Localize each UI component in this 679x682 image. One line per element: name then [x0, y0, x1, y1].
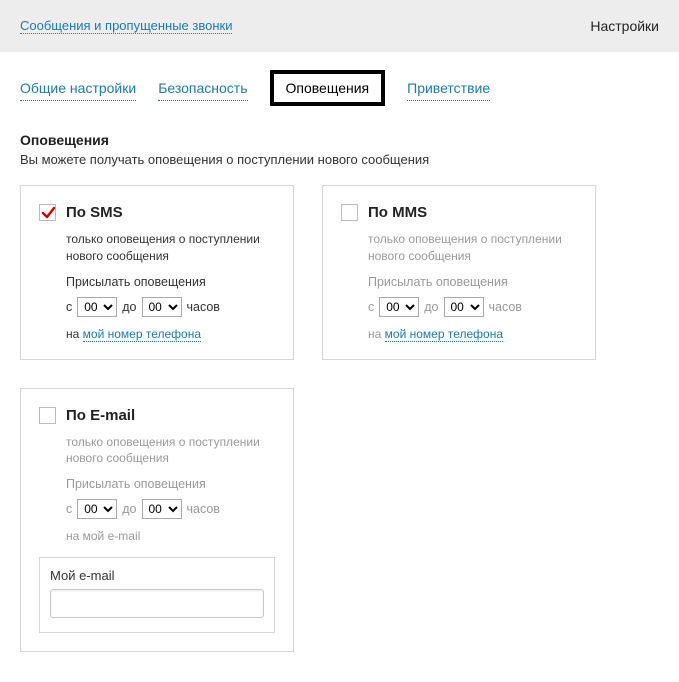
- tab-security[interactable]: Безопасность: [158, 76, 247, 101]
- sms-time-start[interactable]: 00: [77, 297, 117, 317]
- mms-time-end[interactable]: 00: [444, 297, 484, 317]
- email-field-wrap: Мой e-mail: [39, 557, 275, 633]
- email-input[interactable]: [50, 589, 264, 618]
- card-mms-title: По MMS: [368, 204, 427, 221]
- tab-general[interactable]: Общие настройки: [20, 76, 136, 101]
- to-number-prefix: на: [66, 327, 79, 341]
- mms-time-start[interactable]: 00: [379, 297, 419, 317]
- my-number-link[interactable]: мой номер телефона: [83, 327, 201, 342]
- card-email: По E-mail только оповещения о поступлени…: [20, 388, 294, 653]
- section-title: Оповещения: [20, 132, 659, 148]
- email-time-start[interactable]: 00: [77, 499, 117, 519]
- email-word: e-mail: [108, 529, 141, 543]
- check-icon: [41, 206, 55, 220]
- card-email-send-label: Присылать оповещения: [66, 477, 275, 491]
- card-sms: По SMS только оповещения о поступлении н…: [20, 185, 294, 360]
- breadcrumb-link[interactable]: Сообщения и пропущенные звонки: [20, 18, 232, 34]
- email-time-end[interactable]: 00: [142, 499, 182, 519]
- hours-label: часов: [187, 502, 220, 516]
- to-my-prefix: на мой: [66, 529, 104, 543]
- page-title: Настройки: [590, 18, 659, 34]
- card-sms-send-label: Присылать оповещения: [66, 275, 275, 289]
- sms-time-end[interactable]: 00: [142, 297, 182, 317]
- checkbox-mms[interactable]: [341, 204, 358, 221]
- to-label: до: [122, 300, 136, 314]
- section-desc: Вы можете получать оповещения о поступле…: [20, 152, 659, 167]
- card-mms-note: только оповещения о поступлении нового с…: [368, 231, 577, 265]
- hours-label: часов: [187, 300, 220, 314]
- tab-notifications[interactable]: Оповещения: [270, 70, 386, 106]
- topbar: Сообщения и пропущенные звонки Настройки: [0, 0, 679, 52]
- from-label: с: [368, 300, 374, 314]
- to-label: до: [122, 502, 136, 516]
- to-number-prefix: на: [368, 327, 381, 341]
- card-mms: По MMS только оповещения о поступлении н…: [322, 185, 596, 360]
- checkbox-email[interactable]: [39, 407, 56, 424]
- to-label: до: [424, 300, 438, 314]
- checkbox-sms[interactable]: [39, 204, 56, 221]
- hours-label: часов: [489, 300, 522, 314]
- my-number-link[interactable]: мой номер телефона: [385, 327, 503, 342]
- card-email-note: только оповещения о поступлении нового с…: [66, 434, 275, 468]
- from-label: с: [66, 502, 72, 516]
- content-area: Оповещения Вы можете получать оповещения…: [0, 132, 679, 682]
- tabs-bar: Общие настройки Безопасность Оповещения …: [0, 52, 679, 120]
- card-sms-note: только оповещения о поступлении нового с…: [66, 231, 275, 265]
- tab-greeting[interactable]: Приветствие: [407, 76, 490, 101]
- email-field-label: Мой e-mail: [50, 568, 264, 583]
- card-sms-title: По SMS: [66, 204, 123, 221]
- card-mms-send-label: Присылать оповещения: [368, 275, 577, 289]
- from-label: с: [66, 300, 72, 314]
- card-email-title: По E-mail: [66, 407, 135, 424]
